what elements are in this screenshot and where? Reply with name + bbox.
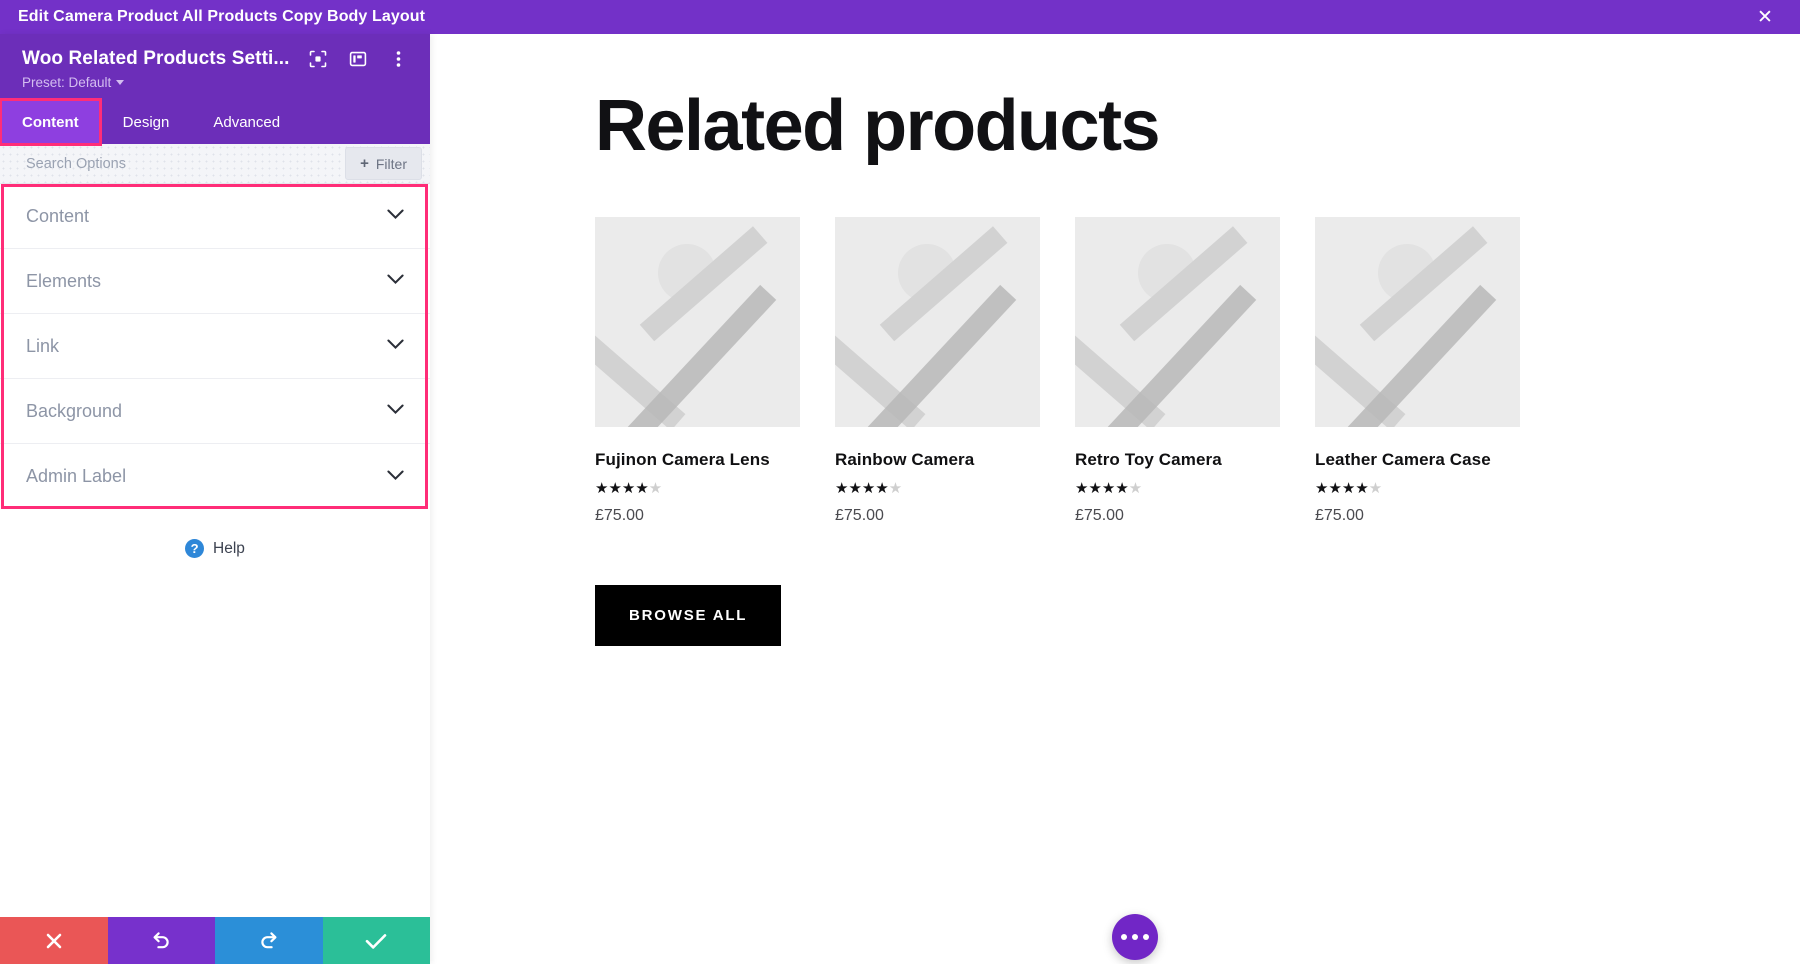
star-empty: ★ (648, 479, 663, 497)
layout-panel-icon[interactable] (348, 49, 368, 69)
section-label: Elements (26, 270, 102, 291)
section-content[interactable]: Content (0, 184, 430, 249)
star-filled: ★★★★ (595, 479, 649, 497)
product-title: Retro Toy Camera (1075, 449, 1222, 469)
section-label: Background (26, 400, 123, 421)
product-card[interactable]: Leather Camera Case ★★★★★ £75.00 (1315, 216, 1520, 525)
section-link[interactable]: Link (0, 314, 430, 379)
product-price: £75.00 (835, 506, 884, 524)
star-empty: ★ (1128, 479, 1143, 497)
section-background[interactable]: Background (0, 379, 430, 444)
cancel-button[interactable] (0, 917, 108, 964)
help-icon: ? (185, 539, 205, 558)
star-filled: ★★★★ (835, 479, 889, 497)
dot-icon (1143, 934, 1149, 940)
product-card[interactable]: Retro Toy Camera ★★★★★ £75.00 (1075, 216, 1280, 525)
product-grid: Fujinon Camera Lens ★★★★★ £75.00 Rainbow… (595, 216, 1800, 525)
undo-button[interactable] (107, 917, 215, 964)
page-preview: Related products Fujinon Camera Lens ★★★… (430, 34, 1800, 964)
window-title: Edit Camera Product All Products Copy Bo… (18, 8, 426, 25)
preview-inner: Related products Fujinon Camera Lens ★★★… (430, 34, 1800, 646)
section-label: Link (26, 335, 60, 356)
page-title: Related products (595, 86, 1161, 166)
tab-content[interactable]: Content (0, 98, 102, 146)
chevron-down-icon (116, 80, 125, 85)
product-rating: ★★★★★ (1315, 481, 1520, 496)
tab-advanced[interactable]: Advanced (191, 100, 302, 144)
settings-tabs: Content Design Advanced (0, 98, 430, 146)
product-price: £75.00 (1315, 506, 1364, 524)
help-button[interactable]: ? Help (0, 509, 430, 558)
section-label: Admin Label (26, 466, 127, 486)
settings-panel-body: Content Elements Link Background Admin L… (0, 184, 430, 917)
filter-button-label: Filter (375, 155, 407, 172)
chevron-down-icon (387, 468, 404, 486)
chevron-down-icon (387, 337, 404, 355)
window-titlebar: Edit Camera Product All Products Copy Bo… (0, 0, 1800, 34)
product-card[interactable]: Fujinon Camera Lens ★★★★★ £75.00 (595, 216, 800, 525)
preset-label: Preset: Default (22, 75, 112, 90)
tab-design[interactable]: Design (101, 100, 192, 144)
product-card[interactable]: Rainbow Camera ★★★★★ £75.00 (835, 216, 1040, 525)
star-filled: ★★★★ (1075, 479, 1129, 497)
preset-selector[interactable]: Preset: Default (22, 75, 412, 90)
panel-header-row: Woo Related Products Setti... (22, 48, 412, 70)
star-filled: ★★★★ (1315, 479, 1369, 497)
product-image-placeholder (1315, 216, 1520, 427)
help-label: Help (213, 539, 245, 557)
redo-button[interactable] (215, 917, 323, 964)
settings-accordion: Content Elements Link Background Admin L… (0, 184, 430, 509)
product-title: Fujinon Camera Lens (595, 449, 770, 469)
star-empty: ★ (1368, 479, 1383, 497)
app-root: Edit Camera Product All Products Copy Bo… (0, 0, 1800, 964)
panel-action-bar (0, 917, 430, 964)
settings-panel-header: Woo Related Products Setti... Preset: De… (0, 34, 430, 100)
section-elements[interactable]: Elements (0, 249, 430, 314)
filter-button[interactable]: + Filter (345, 147, 422, 180)
product-rating: ★★★★★ (835, 481, 1040, 496)
product-title: Leather Camera Case (1315, 449, 1491, 469)
product-title: Rainbow Camera (835, 449, 975, 469)
save-button[interactable] (322, 917, 430, 964)
product-rating: ★★★★★ (1075, 481, 1280, 496)
star-empty: ★ (888, 479, 903, 497)
product-price: £75.00 (1075, 506, 1124, 524)
dot-icon (1132, 934, 1138, 940)
section-admin-label[interactable]: Admin Label (0, 444, 430, 509)
search-input[interactable] (26, 155, 346, 172)
settings-panel: Woo Related Products Setti... Preset: De… (0, 34, 430, 964)
chevron-down-icon (387, 402, 404, 420)
panel-header-icons (308, 49, 412, 69)
chevron-down-icon (387, 207, 404, 225)
plus-icon: + (360, 155, 369, 172)
section-label: Content (26, 205, 90, 226)
more-options-fab[interactable] (1112, 914, 1158, 960)
close-icon[interactable]: ✕ (1748, 0, 1782, 34)
product-price: £75.00 (595, 506, 644, 524)
panel-title: Woo Related Products Setti... (22, 48, 290, 69)
search-options-row: + Filter (0, 144, 430, 184)
kebab-menu-icon[interactable] (388, 49, 408, 69)
product-image-placeholder (835, 216, 1040, 427)
product-image-placeholder (595, 216, 800, 427)
focus-icon[interactable] (308, 49, 328, 69)
browse-all-button[interactable]: BROWSE ALL (595, 584, 782, 646)
product-image-placeholder (1075, 216, 1280, 427)
chevron-down-icon (387, 272, 404, 290)
dot-icon (1121, 934, 1127, 940)
product-rating: ★★★★★ (595, 481, 800, 496)
